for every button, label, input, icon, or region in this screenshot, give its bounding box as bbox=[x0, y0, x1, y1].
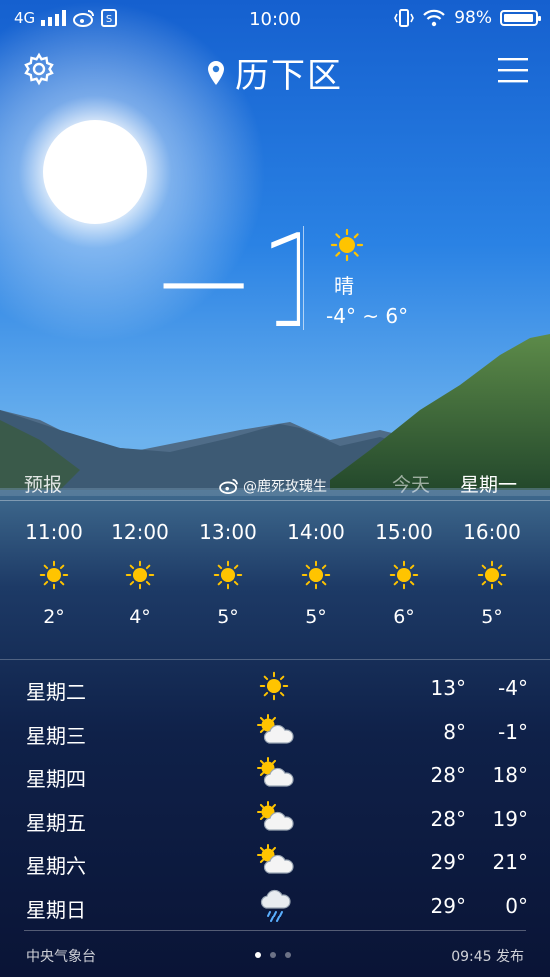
hour-temp: 4° bbox=[129, 606, 151, 628]
sun-icon bbox=[259, 671, 289, 701]
hour-weather-icon bbox=[213, 560, 243, 590]
divider bbox=[303, 226, 304, 330]
data-source: 中央气象台 bbox=[26, 949, 96, 965]
day-name: 星期五 bbox=[26, 810, 86, 835]
vibrate-icon bbox=[394, 9, 415, 27]
hour-temp: 6° bbox=[393, 606, 415, 628]
day-low: 19° bbox=[492, 806, 528, 831]
battery-icon bbox=[500, 10, 541, 26]
sun-icon bbox=[213, 560, 243, 590]
hourly-item: 12:00 4° bbox=[102, 520, 178, 628]
footer-divider bbox=[24, 930, 526, 931]
hourly-item: 14:00 5° bbox=[278, 520, 354, 628]
daily-row: 星期五 28° 19° bbox=[0, 799, 550, 841]
day-high: 28° bbox=[430, 763, 466, 787]
hour-time: 12:00 bbox=[111, 520, 169, 544]
hour-weather-icon bbox=[125, 560, 155, 590]
page-dot[interactable] bbox=[270, 952, 276, 958]
day-name: 星期四 bbox=[26, 767, 86, 791]
day-name: 星期三 bbox=[26, 723, 86, 748]
day-weather-icon bbox=[255, 799, 297, 835]
current-temperature-value: −1° bbox=[150, 214, 300, 334]
hour-weather-icon bbox=[39, 560, 69, 590]
daily-row: 星期六 29° 21° bbox=[0, 842, 550, 884]
hour-time: 15:00 bbox=[375, 520, 433, 544]
watermark-text: @鹿死玫瑰生 bbox=[243, 479, 327, 495]
status-bar: 4G S 10:00 98% bbox=[0, 0, 550, 38]
wifi-icon bbox=[423, 9, 445, 27]
hour-weather-icon bbox=[301, 560, 331, 590]
tab-weekday[interactable]: 星期一 bbox=[460, 470, 517, 497]
hourly-item: 15:00 6° bbox=[366, 520, 442, 628]
day-name: 星期六 bbox=[26, 854, 86, 878]
forecast-label: 预报 bbox=[24, 474, 63, 496]
city-selector[interactable]: 历下区 bbox=[0, 48, 550, 97]
sun-icon bbox=[389, 560, 419, 590]
day-weather-icon bbox=[255, 712, 297, 748]
sun-icon bbox=[477, 560, 507, 590]
daily-row: 星期四 28° 18° bbox=[0, 755, 550, 797]
menu-icon[interactable] bbox=[498, 57, 528, 83]
page-indicator[interactable] bbox=[255, 952, 291, 958]
hour-weather-icon bbox=[389, 560, 419, 590]
day-high: 8° bbox=[443, 719, 466, 744]
hour-time: 11:00 bbox=[25, 520, 83, 544]
day-name: 星期二 bbox=[26, 680, 86, 704]
partly-cloudy-icon bbox=[255, 755, 297, 791]
weibo-logo-icon bbox=[219, 478, 238, 494]
daily-divider bbox=[0, 659, 550, 660]
day-weather-icon bbox=[255, 886, 297, 922]
day-low: 21° bbox=[492, 850, 528, 874]
day-high: 29° bbox=[430, 850, 466, 874]
hour-weather-icon bbox=[477, 560, 507, 590]
hourly-item: 13:00 5° bbox=[190, 520, 266, 628]
forecast-divider bbox=[0, 500, 550, 501]
hour-temp: 2° bbox=[43, 606, 65, 628]
battery-percent: 98% bbox=[454, 8, 492, 28]
day-name: 星期日 bbox=[26, 897, 86, 922]
daily-row: 星期二 13° -4° bbox=[0, 668, 550, 710]
partly-cloudy-icon bbox=[255, 799, 297, 835]
sun-icon bbox=[301, 560, 331, 590]
day-low: -4° bbox=[498, 676, 528, 700]
current-condition: 晴 -4° ~ 6° bbox=[326, 228, 436, 338]
publish-time: 09:45 发布 bbox=[451, 949, 524, 965]
temperature-range: -4° ~ 6° bbox=[326, 304, 409, 328]
day-high: 29° bbox=[430, 893, 466, 918]
page-dot[interactable] bbox=[285, 952, 291, 958]
day-weather-icon bbox=[255, 755, 297, 791]
hour-time: 13:00 bbox=[199, 520, 257, 544]
city-name: 历下区 bbox=[235, 56, 343, 96]
daily-row: 星期日 29° 0° bbox=[0, 886, 550, 928]
day-weather-icon bbox=[259, 671, 301, 707]
day-weather-icon bbox=[255, 842, 297, 878]
partly-cloudy-icon bbox=[255, 712, 297, 748]
hour-temp: 5° bbox=[305, 606, 327, 628]
rain-icon bbox=[255, 886, 297, 922]
sun-icon bbox=[39, 560, 69, 590]
partly-cloudy-icon bbox=[255, 842, 297, 878]
day-low: 0° bbox=[505, 893, 528, 918]
day-low: -1° bbox=[498, 719, 528, 744]
location-pin-icon bbox=[208, 60, 224, 85]
hourly-item: 16:00 5° bbox=[454, 520, 530, 628]
tab-today[interactable]: 今天 bbox=[392, 470, 430, 497]
day-high: 13° bbox=[430, 676, 466, 700]
forecast-header: 预报 @鹿死玫瑰生 今天 星期一 bbox=[0, 466, 550, 500]
sun-icon bbox=[330, 228, 364, 262]
current-temperature: −1° bbox=[150, 208, 403, 357]
page-dot[interactable] bbox=[255, 952, 261, 958]
day-low: 18° bbox=[492, 763, 528, 787]
hourly-item: 11:00 2° bbox=[16, 520, 92, 628]
hour-time: 14:00 bbox=[287, 520, 345, 544]
hour-temp: 5° bbox=[481, 606, 503, 628]
day-high: 28° bbox=[430, 806, 466, 831]
sun-icon bbox=[125, 560, 155, 590]
condition-text: 晴 bbox=[334, 274, 354, 298]
daily-row: 星期三 8° -1° bbox=[0, 712, 550, 754]
hour-time: 16:00 bbox=[463, 520, 521, 544]
watermark: @鹿死玫瑰生 bbox=[218, 476, 327, 496]
hour-temp: 5° bbox=[217, 606, 239, 628]
